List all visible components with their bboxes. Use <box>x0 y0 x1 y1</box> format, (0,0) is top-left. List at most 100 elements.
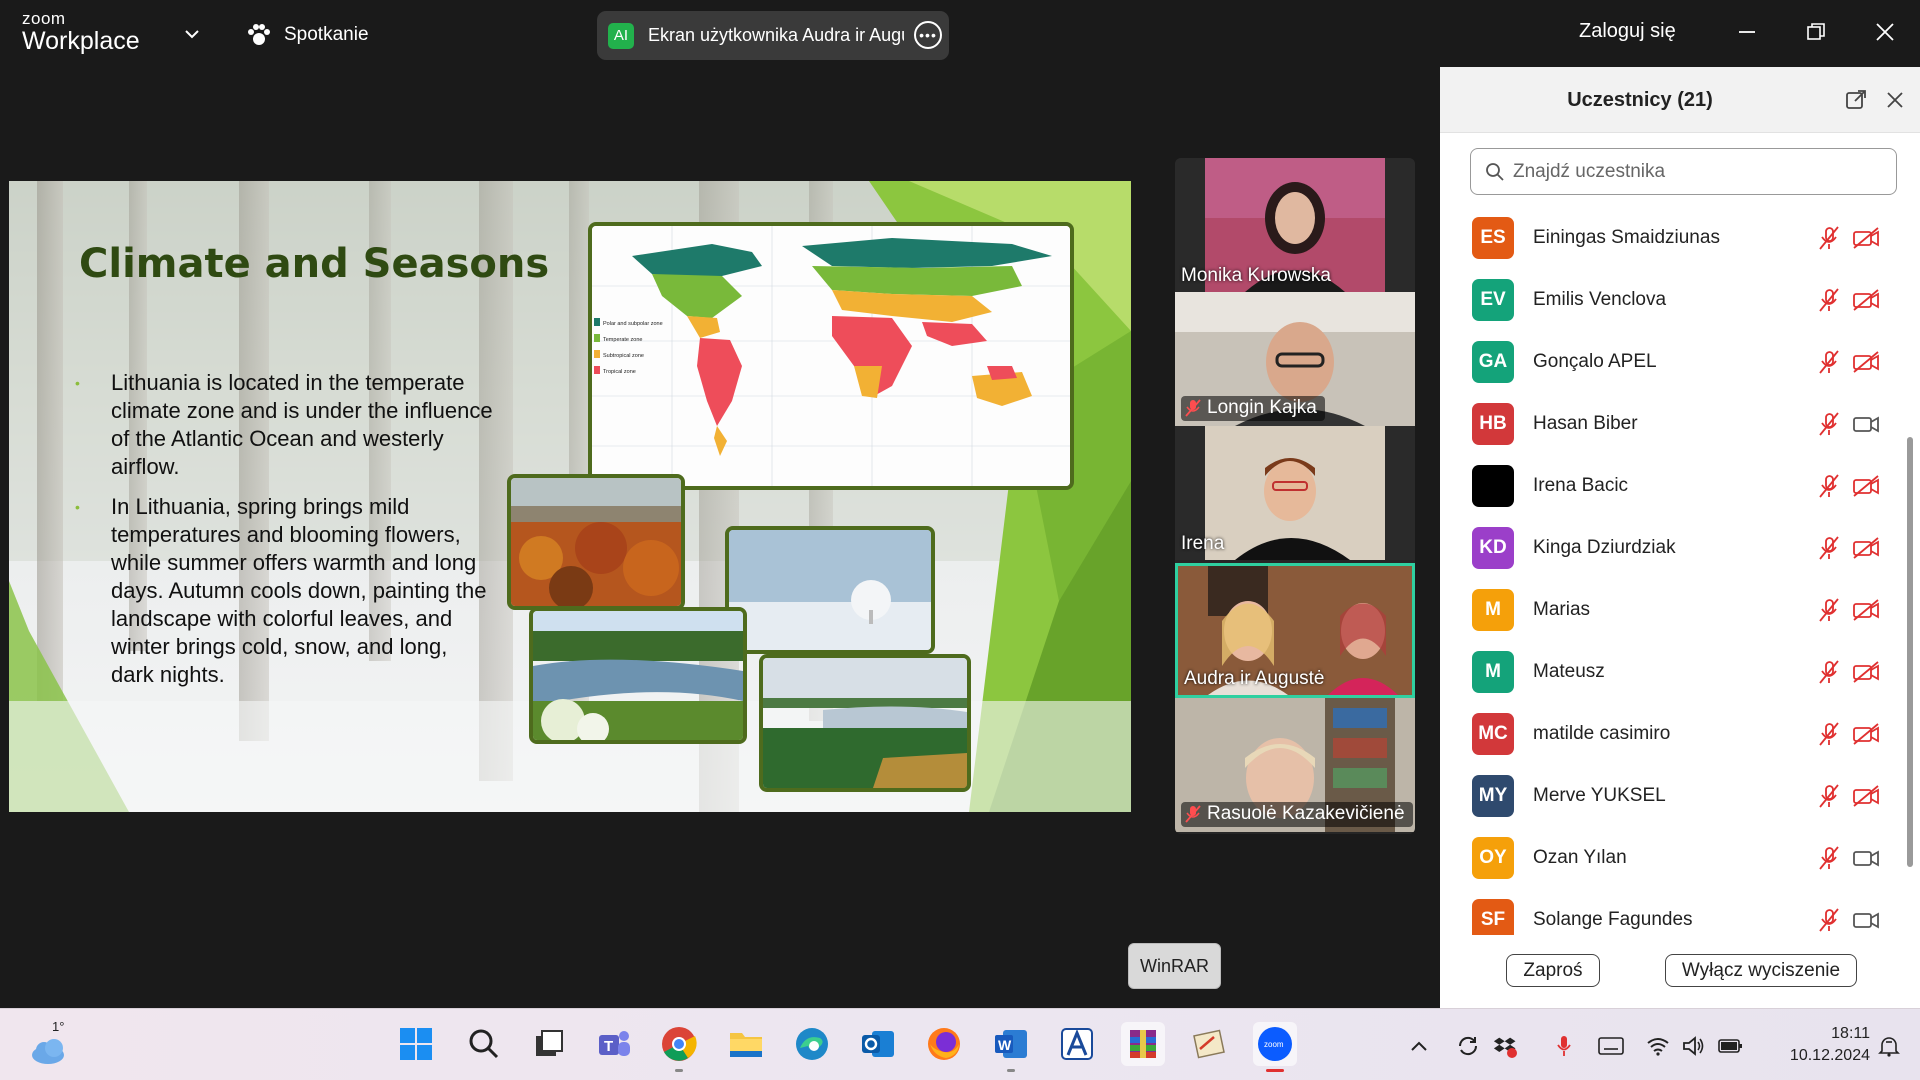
mic-muted-icon[interactable] <box>1816 287 1842 313</box>
mic-muted-icon[interactable] <box>1816 845 1842 871</box>
video-off-icon[interactable] <box>1852 474 1880 498</box>
microphone-tray-icon[interactable] <box>1551 1034 1577 1058</box>
avatar: MC <box>1472 713 1514 755</box>
meeting-label: Spotkanie <box>284 24 369 45</box>
participant-row[interactable]: MY Merve YUKSEL <box>1440 765 1900 827</box>
participant-row[interactable]: GA Gonçalo APEL <box>1440 331 1900 393</box>
video-off-icon[interactable] <box>1852 536 1880 560</box>
file-explorer-icon[interactable] <box>724 1022 768 1066</box>
show-hidden-icons[interactable] <box>1406 1034 1432 1058</box>
restore-icon[interactable] <box>1800 16 1832 48</box>
mic-muted-icon[interactable] <box>1816 659 1842 685</box>
mic-muted-icon[interactable] <box>1816 473 1842 499</box>
participant-name-label: Longin Kajka <box>1181 396 1325 421</box>
participant-row[interactable]: SF Solange Fagundes <box>1440 889 1900 935</box>
mic-muted-icon[interactable] <box>1816 597 1842 623</box>
video-off-icon[interactable] <box>1852 598 1880 622</box>
video-off-icon[interactable] <box>1852 722 1880 746</box>
mic-muted-icon[interactable] <box>1816 907 1842 933</box>
video-off-icon[interactable] <box>1852 226 1880 250</box>
search-taskbar-icon[interactable] <box>462 1022 506 1066</box>
close-panel-icon[interactable] <box>1886 91 1904 109</box>
teams-icon[interactable]: T <box>592 1022 636 1066</box>
avatar: M <box>1472 651 1514 693</box>
participant-name: Marias <box>1533 599 1591 620</box>
mic-muted-icon[interactable] <box>1816 411 1842 437</box>
mic-muted-icon[interactable] <box>1816 721 1842 747</box>
participant-row[interactable]: M Marias <box>1440 579 1900 641</box>
participant-name: Longin Kajka <box>1207 397 1317 418</box>
mic-muted-icon[interactable] <box>1816 535 1842 561</box>
weather-temp: 1° <box>52 1019 65 1034</box>
participant-row[interactable]: HB Hasan Biber <box>1440 393 1900 455</box>
video-tile-longin[interactable]: Longin Kajka <box>1175 292 1415 426</box>
task-view-icon[interactable] <box>527 1022 571 1066</box>
winrar-icon[interactable] <box>1121 1022 1165 1066</box>
participant-row[interactable]: Irena Bacic <box>1440 455 1900 517</box>
more-options-icon[interactable]: ••• <box>914 21 942 49</box>
chevron-down-icon[interactable] <box>183 26 201 42</box>
video-on-icon[interactable] <box>1852 846 1880 870</box>
participant-search[interactable] <box>1470 148 1897 195</box>
participants-scrollbar[interactable] <box>1907 437 1913 867</box>
participant-row[interactable]: EV Emilis Venclova <box>1440 269 1900 331</box>
unmute-all-button[interactable]: Wyłącz wyciszenie <box>1665 954 1857 987</box>
app-a-icon[interactable] <box>1055 1022 1099 1066</box>
minimize-icon[interactable] <box>1731 16 1763 48</box>
notes-app-icon[interactable] <box>1187 1022 1231 1066</box>
video-tile-monika[interactable]: Monika Kurowska <box>1175 158 1415 292</box>
notifications-icon[interactable] <box>1876 1034 1902 1058</box>
participant-row[interactable]: ES Einingas Smaidziunas <box>1440 207 1900 269</box>
system-clock[interactable]: 18:11 10.12.2024 <box>1760 1023 1870 1067</box>
participant-name: Monika Kurowska <box>1181 265 1331 286</box>
participant-name: Irena Bacic <box>1533 475 1629 496</box>
chrome-icon[interactable] <box>657 1022 701 1072</box>
video-off-icon[interactable] <box>1852 784 1880 808</box>
participant-row[interactable]: M Mateusz <box>1440 641 1900 703</box>
wifi-icon[interactable] <box>1645 1034 1671 1058</box>
participants-panel: Uczestnicy (21) ES Einingas Smaidziunas EV… <box>1440 67 1920 1008</box>
sync-icon[interactable] <box>1455 1034 1481 1058</box>
dropbox-icon[interactable] <box>1492 1034 1518 1058</box>
participants-footer: Zaproś Wyłącz wyciszenie <box>1440 940 1920 1008</box>
close-icon[interactable] <box>1869 16 1901 48</box>
video-on-icon[interactable] <box>1852 412 1880 436</box>
login-link[interactable]: Zaloguj się <box>1579 20 1676 43</box>
volume-icon[interactable] <box>1681 1034 1707 1058</box>
mic-muted-icon[interactable] <box>1816 783 1842 809</box>
weather-widget[interactable]: 1° <box>28 1019 72 1069</box>
video-gallery: Monika Kurowska Longin Kajka Irena Audra… <box>1175 158 1415 834</box>
video-off-icon[interactable] <box>1852 660 1880 684</box>
logo-line2: Workplace <box>22 27 140 55</box>
battery-icon[interactable] <box>1718 1034 1744 1058</box>
video-tile-irena[interactable]: Irena <box>1175 426 1415 560</box>
meeting-indicator[interactable]: Spotkanie <box>246 20 369 50</box>
mic-muted-icon[interactable] <box>1816 225 1842 251</box>
outlook-icon[interactable] <box>856 1022 900 1066</box>
video-off-icon[interactable] <box>1852 288 1880 312</box>
keyboard-icon[interactable] <box>1598 1034 1624 1058</box>
pop-out-icon[interactable] <box>1845 89 1867 111</box>
participant-row[interactable]: KD Kinga Dziurdziak <box>1440 517 1900 579</box>
participant-row[interactable]: OY Ozan Yılan <box>1440 827 1900 889</box>
participant-name: Kinga Dziurdziak <box>1533 537 1676 558</box>
spring-river-photo <box>529 607 747 744</box>
invite-button[interactable]: Zaproś <box>1506 954 1600 987</box>
firefox-icon[interactable] <box>922 1022 966 1066</box>
avatar: GA <box>1472 341 1514 383</box>
video-tile-audra[interactable]: Audra ir Augustė <box>1175 563 1415 698</box>
word-icon[interactable]: W <box>989 1022 1033 1072</box>
windows-taskbar: 1° T W zoom 18:11 10.12.2024 <box>0 1008 1920 1080</box>
edge-icon[interactable] <box>790 1022 834 1066</box>
participant-name: Merve YUKSEL <box>1533 785 1666 806</box>
video-on-icon[interactable] <box>1852 908 1880 932</box>
zoom-taskbar-icon[interactable]: zoom <box>1253 1022 1297 1072</box>
video-off-icon[interactable] <box>1852 350 1880 374</box>
screen-share-indicator[interactable]: AI Ekran użytkownika Audra ir Augustė ••… <box>597 11 949 60</box>
search-input[interactable] <box>1513 160 1873 183</box>
start-icon[interactable] <box>394 1022 438 1066</box>
video-tile-rasuole[interactable]: Rasuolė Kazakevičienė <box>1175 698 1415 832</box>
participant-row[interactable]: MC matilde casimiro <box>1440 703 1900 765</box>
svg-text:T: T <box>604 1038 613 1055</box>
mic-muted-icon[interactable] <box>1816 349 1842 375</box>
